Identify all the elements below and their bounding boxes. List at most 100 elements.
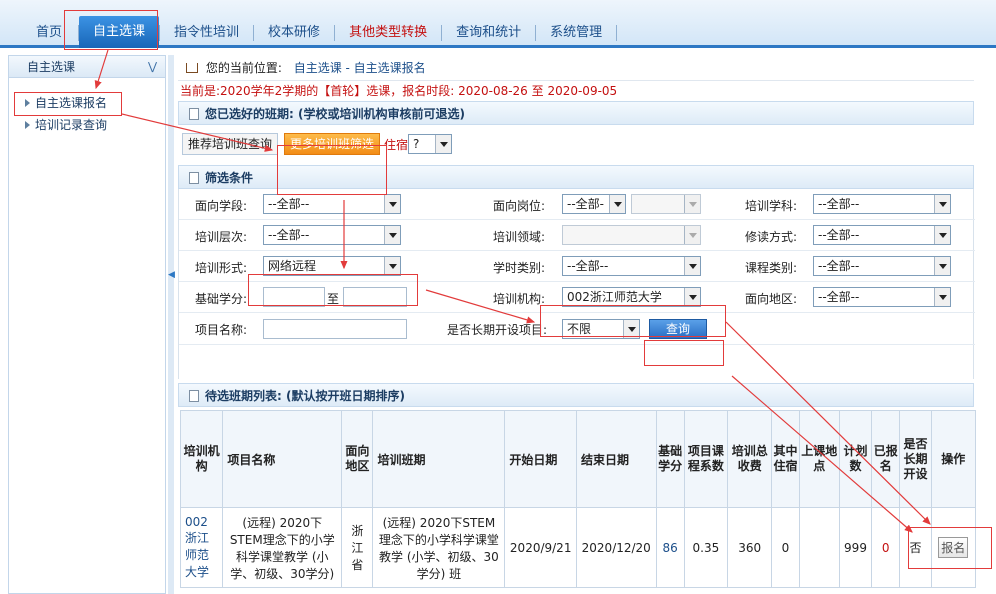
filter-row: 培训层次: --全部-- 培训领域: 修读方式: --全部-- (179, 220, 975, 251)
sidebar-item-self-select-enroll[interactable]: 自主选课报名 (9, 92, 165, 114)
sidebar-item-label: 自主选课报名 (35, 96, 108, 110)
document-icon (189, 108, 199, 120)
chevron-down-icon (623, 320, 639, 338)
level-label: 培训层次: (195, 230, 248, 244)
col-project: 项目名称 (222, 410, 343, 508)
chevron-down-icon (684, 226, 700, 244)
col-class: 培训班期 (372, 410, 506, 508)
cell-coef: 0.35 (683, 507, 729, 588)
form-label: 培训形式: (195, 261, 248, 275)
post-select[interactable]: --全部- (562, 194, 626, 214)
sidebar-item-training-records[interactable]: 培训记录查询 (9, 114, 165, 136)
col-plan: 计划数 (838, 410, 873, 508)
lodging-select[interactable]: ? (408, 134, 452, 154)
top-navigation-bar: 首页 自主选课 指令性培训 校本研修 其他类型转换 查询和统计 系统管理 (0, 0, 996, 48)
chevron-double-down-icon[interactable]: ⋁ (148, 56, 157, 78)
cell-place (798, 507, 840, 588)
field-select[interactable] (562, 225, 701, 245)
tab-recommend-query[interactable]: 推荐培训班查询 (182, 133, 279, 155)
study-mode-select[interactable]: --全部-- (813, 225, 951, 245)
enrollment-notice: 当前是:2020学年2学期的【首轮】选课，报名时段: 2020-08-26 至 … (180, 84, 618, 98)
sidebar-item-label: 培训记录查询 (35, 118, 108, 132)
nav-directive-training[interactable]: 指令性培训 (160, 18, 253, 48)
stage-select[interactable]: --全部-- (263, 194, 401, 214)
credit-max-input[interactable] (343, 287, 407, 307)
chevron-down-icon (384, 195, 400, 213)
selected-classes-title: 您已选好的班期: (学校或培训机构审核前可退选) (205, 107, 465, 121)
sidebar-header[interactable]: 自主选课 ⋁ (9, 56, 165, 78)
cell-longterm: 否 (899, 507, 932, 588)
nav-self-select-course[interactable]: 自主选课 (79, 16, 160, 48)
chevron-down-icon (684, 288, 700, 306)
nav-system-admin[interactable]: 系统管理 (536, 18, 616, 48)
selected-classes-header: 您已选好的班期: (学校或培训机构审核前可退选) (178, 101, 974, 125)
study-mode-label: 修读方式: (745, 230, 798, 244)
stage-label: 面向学段: (195, 199, 248, 213)
level-select[interactable]: --全部-- (263, 225, 401, 245)
cell-org: 002 浙江师范大学 (179, 507, 224, 588)
chevron-down-icon (609, 195, 625, 213)
col-end: 结束日期 (575, 410, 657, 508)
cell-start: 2020/9/21 (504, 507, 577, 588)
home-icon (186, 63, 198, 73)
cell-region: 浙江省 (341, 507, 374, 588)
longterm-select[interactable]: 不限 (562, 319, 640, 339)
sidebar-splitter[interactable]: ◀ (168, 55, 175, 594)
post-sub-select[interactable] (631, 194, 701, 214)
class-list-header: 待选班期列表: (默认按开班日期排序) (178, 383, 974, 407)
query-button[interactable]: 查询 (649, 319, 707, 339)
cell-action: 报名 (930, 507, 977, 588)
nav-home[interactable]: 首页 (0, 18, 78, 48)
enroll-button[interactable]: 报名 (938, 537, 969, 558)
subject-select[interactable]: --全部-- (813, 194, 951, 214)
chevron-down-icon (384, 257, 400, 275)
credit-min-input[interactable] (263, 287, 325, 307)
hours-select[interactable]: --全部-- (562, 256, 701, 276)
breadcrumb: 您的当前位置: 自主选课 - 自主选课报名 (178, 55, 974, 81)
org-select[interactable]: 002浙江师范大学 (562, 287, 701, 307)
subject-label: 培训学科: (745, 199, 798, 213)
col-place: 上课地点 (798, 410, 840, 508)
col-action: 操作 (930, 410, 977, 508)
credit-to-label: 至 (327, 292, 340, 306)
project-name-input[interactable] (263, 319, 407, 339)
lodging-select-value: ? (413, 137, 420, 151)
chevron-down-icon (934, 288, 950, 306)
caret-right-icon (25, 121, 30, 129)
region-label: 面向地区: (745, 292, 798, 306)
longterm-label: 是否长期开设项目: (447, 323, 548, 337)
region-select[interactable]: --全部-- (813, 287, 951, 307)
breadcrumb-prefix: 您的当前位置: (205, 61, 282, 75)
stage-select-value: --全部-- (268, 197, 310, 211)
study-mode-select-value: --全部-- (818, 228, 860, 242)
breadcrumb-path[interactable]: 自主选课 - 自主选课报名 (294, 61, 426, 75)
chevron-down-icon (435, 135, 451, 153)
hours-select-value: --全部-- (567, 259, 609, 273)
org-code-link[interactable]: 002 (185, 515, 208, 529)
tab-more-filter[interactable]: 更多培训班筛选 (284, 133, 381, 155)
post-select-value: --全部- (567, 197, 604, 211)
cell-lodging: 0 (771, 507, 800, 588)
course-type-select-value: --全部-- (818, 259, 860, 273)
course-type-select[interactable]: --全部-- (813, 256, 951, 276)
cell-project: (远程) 2020下STEM理念下的小学科学课堂教学 (小学、初级、30学分) (222, 507, 343, 588)
post-label: 面向岗位: (493, 199, 546, 213)
collapse-left-icon[interactable]: ◀ (168, 270, 175, 280)
caret-right-icon (25, 99, 30, 107)
class-list-title: 待选班期列表: (默认按开班日期排序) (205, 389, 405, 403)
training-form-select[interactable]: 网络远程 (263, 256, 401, 276)
cell-plan: 999 (838, 507, 873, 588)
org-label: 培训机构: (493, 292, 546, 306)
col-lodging: 其中住宿 (771, 410, 800, 508)
org-select-value: 002浙江师范大学 (567, 290, 662, 304)
org-name-link[interactable]: 浙江师范大学 (185, 531, 209, 579)
cell-end: 2020/12/20 (575, 507, 657, 588)
region-select-value: --全部-- (818, 290, 860, 304)
nav-school-research[interactable]: 校本研修 (254, 18, 334, 48)
level-select-value: --全部-- (268, 228, 310, 242)
nav-query-stats[interactable]: 查询和统计 (442, 18, 535, 48)
nav-other-conversion[interactable]: 其他类型转换 (335, 18, 441, 48)
course-type-label: 课程类别: (745, 261, 798, 275)
sidebar: 自主选课 ⋁ 自主选课报名 培训记录查询 (8, 55, 166, 594)
cell-credit[interactable]: 86 (655, 507, 685, 588)
